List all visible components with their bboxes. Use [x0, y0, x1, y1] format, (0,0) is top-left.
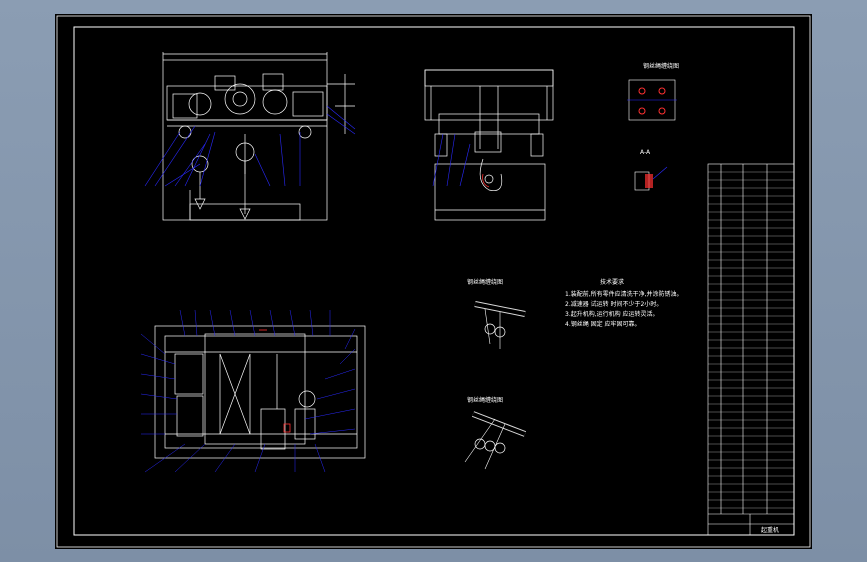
technical-notes: 技术要求 1.装配前,所有零件应清洗干净,并涂防锈油。 2.减速器 试运转 时间…	[565, 278, 683, 328]
inner-frame	[73, 26, 795, 536]
detail-hook: A-A	[634, 149, 668, 191]
outer-frame	[56, 15, 811, 548]
plan-view	[154, 325, 366, 459]
detail-label: 钢丝绳缠绕图	[643, 62, 679, 70]
hook-label: A-A	[640, 149, 651, 156]
rope-diagram-1: 钢丝绳缠绕图	[467, 278, 526, 349]
side-view-leaders	[432, 133, 471, 187]
cad-viewport[interactable]: 钢丝绳缠绕图 A-A 技术要求 1.装配前,所有零件应清洗干净,并涂防锈油。 2…	[0, 0, 867, 562]
notes-line-4: 4.钢丝绳 固定 应牢固可靠。	[565, 320, 641, 328]
rope-diagram-2-label: 钢丝绳缠绕图	[467, 396, 503, 404]
notes-line-3: 3.起升机构,运行机构 应运转灵活。	[565, 310, 659, 318]
plan-view-accent	[259, 329, 291, 433]
rope-diagram-1-label: 钢丝绳缠绕图	[467, 278, 503, 286]
rope-diagram-2: 钢丝绳缠绕图	[464, 396, 527, 470]
title-block-text: 起重机	[761, 526, 779, 534]
notes-line-2: 2.减速器 试运转 时间不少于2小时。	[565, 300, 662, 308]
drawing-sheet: 钢丝绳缠绕图 A-A 技术要求 1.装配前,所有零件应清洗干净,并涂防锈油。 2…	[55, 14, 812, 549]
parts-list-table	[707, 163, 795, 536]
cad-drawing: 钢丝绳缠绕图 A-A 技术要求 1.装配前,所有零件应清洗干净,并涂防锈油。 2…	[56, 15, 811, 548]
notes-line-1: 1.装配前,所有零件应清洗干净,并涂防锈油。	[565, 290, 683, 298]
notes-heading: 技术要求	[600, 278, 624, 286]
detail-top-right: 钢丝绳缠绕图	[627, 62, 679, 121]
side-view	[424, 69, 554, 221]
front-view	[162, 52, 355, 221]
